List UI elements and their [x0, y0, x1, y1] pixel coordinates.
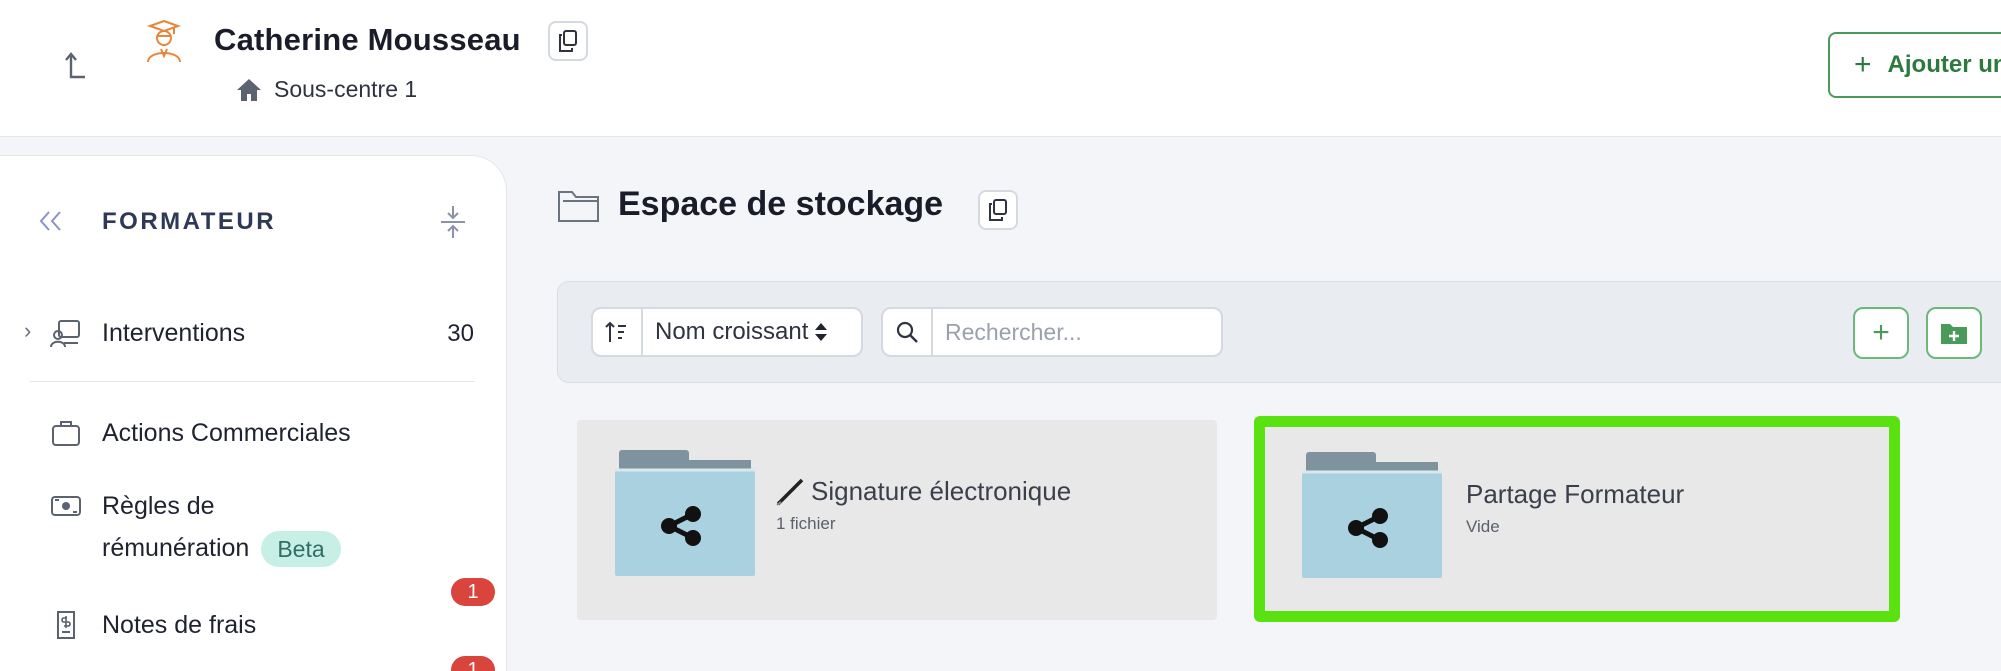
pen-icon — [776, 478, 804, 506]
interventions-count: 30 — [447, 320, 474, 347]
section-title: Espace de stockage — [618, 185, 944, 223]
search-control — [881, 307, 1223, 357]
money-icon — [50, 490, 82, 522]
sidebar-item-label: Règles de rémunération Beta — [102, 485, 341, 569]
sort-select[interactable]: Nom croissant — [643, 318, 828, 346]
storage-toolbar: Nom croissant + — [557, 281, 2001, 383]
notification-badge: 1 — [451, 578, 495, 606]
copy-section-button[interactable] — [978, 190, 1018, 230]
home-icon — [237, 78, 261, 101]
compress-icon[interactable] — [438, 204, 468, 240]
copy-icon — [559, 30, 577, 52]
back-arrow-icon[interactable] — [58, 48, 94, 84]
breadcrumb[interactable]: Sous-centre 1 — [236, 76, 417, 103]
label-line-2: rémunération — [102, 534, 250, 562]
add-button[interactable]: + Ajouter un — [1828, 32, 2001, 98]
interventions-icon — [50, 317, 82, 349]
shared-folder-icon — [1302, 452, 1442, 578]
trainer-avatar-icon — [144, 19, 184, 64]
sidebar-item-interventions[interactable]: › Interventions 30 — [0, 312, 507, 354]
folder-subtitle: Vide — [1466, 517, 1500, 536]
folder-card[interactable]: Signature électronique 1 fichier — [577, 420, 1217, 620]
sidebar-item-notes-de-frais[interactable]: Notes de frais — [0, 604, 507, 646]
sort-control: Nom croissant — [591, 307, 863, 357]
sort-caret-icon — [815, 323, 828, 341]
add-folder-icon — [1941, 324, 1967, 344]
sidebar-item-regles-remuneration[interactable]: Règles de rémunération Beta — [0, 485, 507, 571]
top-bar: Catherine Mousseau Sous-centre 1 + Ajout… — [0, 0, 2001, 137]
sidebar-item-label: Interventions — [102, 319, 246, 347]
folder-name-label: Partage Formateur — [1466, 479, 1685, 509]
plus-icon: + — [1872, 316, 1890, 349]
add-button-label: Ajouter un — [1887, 51, 2001, 78]
sidebar-divider — [30, 381, 475, 382]
copy-title-button[interactable] — [548, 21, 588, 61]
chevron-right-icon[interactable]: › — [24, 318, 31, 344]
folder-name-label: Signature électronique — [811, 476, 1072, 506]
shared-folder-icon — [615, 450, 755, 576]
add-file-button[interactable]: + — [1853, 307, 1909, 359]
sort-select-label: Nom croissant — [655, 318, 809, 345]
page-title: Catherine Mousseau — [214, 22, 521, 57]
folder-name: Partage Formateur — [1466, 479, 1684, 510]
sidebar-item-label: Notes de frais — [102, 611, 257, 639]
collapse-sidebar-icon[interactable] — [34, 204, 68, 238]
copy-icon — [989, 199, 1007, 221]
search-input[interactable] — [933, 318, 1213, 346]
beta-badge: Beta — [261, 531, 341, 568]
briefcase-icon — [50, 417, 82, 449]
sidebar-title: FORMATEUR — [102, 208, 277, 235]
folder-card-selected[interactable]: Partage Formateur Vide — [1254, 416, 1900, 622]
sort-direction-icon — [605, 321, 626, 342]
receipt-icon — [50, 609, 82, 641]
sidebar-item-actions-commerciales[interactable]: Actions Commerciales — [0, 412, 507, 454]
sidebar-item-label: Actions Commerciales — [102, 419, 351, 447]
sort-direction-button[interactable] — [593, 309, 643, 355]
plus-icon: + — [1854, 48, 1872, 81]
folder-name: Signature électronique — [775, 476, 1071, 507]
notification-badge: 1 — [451, 656, 495, 671]
search-icon — [883, 309, 933, 355]
breadcrumb-label: Sous-centre 1 — [274, 76, 418, 102]
label-line-1: Règles de — [102, 492, 215, 520]
folder-subtitle: 1 fichier — [776, 514, 836, 533]
folder-outline-icon — [557, 188, 601, 224]
sidebar: FORMATEUR › Interventions 30 Actions Com… — [0, 155, 507, 671]
add-folder-button[interactable] — [1926, 307, 1982, 359]
